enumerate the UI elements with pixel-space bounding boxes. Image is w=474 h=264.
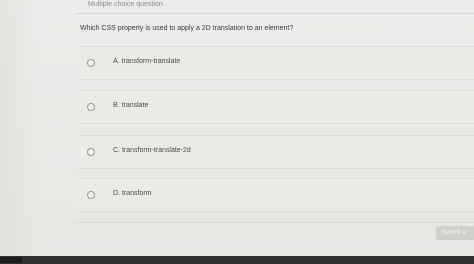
submit-answer-button[interactable]: Submit a [436, 226, 474, 240]
quiz-page: Multiple choice question Which CSS prope… [0, 0, 474, 264]
radio-circle-icon[interactable] [87, 148, 95, 156]
radio-circle-icon[interactable] [87, 59, 95, 67]
taskbar-strip [0, 256, 474, 264]
answer-option-label: A. transform-translate [113, 58, 181, 65]
answer-option-label: D. transform [113, 190, 152, 197]
footer-divider [75, 222, 474, 223]
radio-circle-icon[interactable] [87, 191, 95, 199]
answer-option-d[interactable]: D. transform [78, 178, 474, 212]
question-type-label: Multiple choice question [88, 1, 163, 8]
taskbar-start-area [0, 257, 22, 263]
radio-circle-icon[interactable] [87, 103, 95, 111]
question-prompt: Which CSS property is used to apply a 2D… [80, 25, 294, 32]
answer-option-a[interactable]: A. transform-translate [78, 46, 474, 80]
answer-option-c[interactable]: C. transform-translate-2d [78, 135, 474, 169]
answer-option-label: B. translate [113, 102, 149, 109]
answer-option-b[interactable]: B. translate [78, 90, 474, 124]
left-edge-shade [0, 0, 40, 256]
answer-option-label: C. transform-translate-2d [113, 147, 191, 154]
